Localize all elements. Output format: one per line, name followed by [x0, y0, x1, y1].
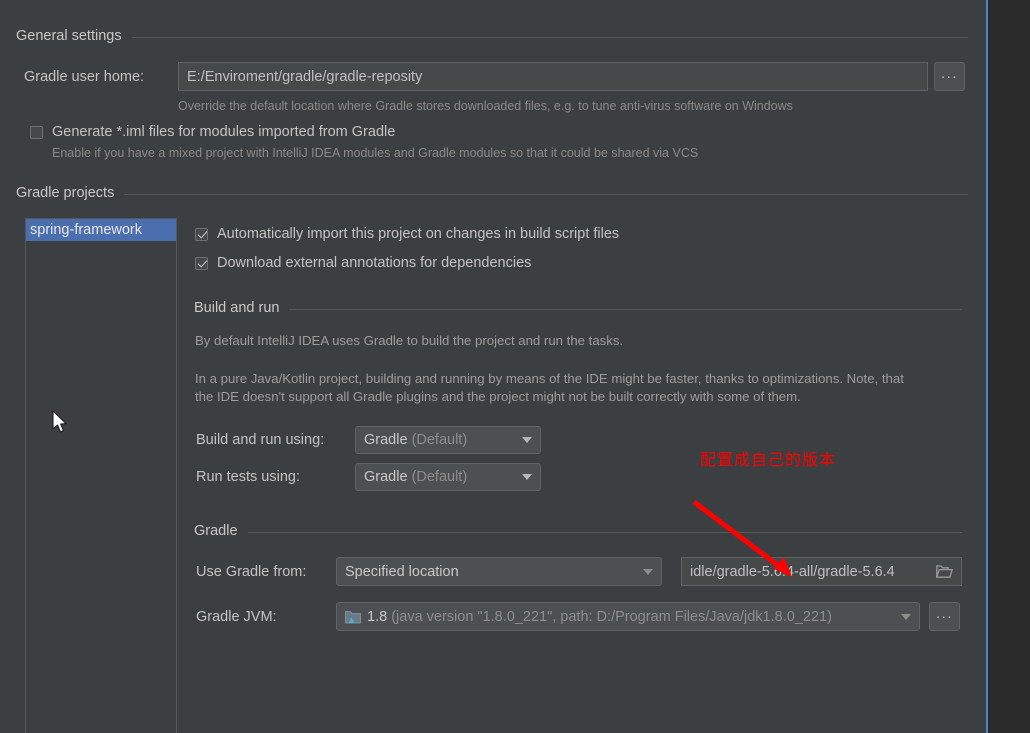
chevron-down-icon[interactable]	[901, 613, 911, 620]
gradle-jvm-browse-button[interactable]: ...	[929, 602, 960, 631]
gradle-jvm-dropdown[interactable]: 1.8 (java version "1.8.0_221", path: D:/…	[336, 602, 920, 631]
build-and-run-paragraph-2-line-1: In a pure Java/Kotlin project, building …	[195, 371, 904, 386]
chevron-down-icon[interactable]	[643, 568, 653, 575]
list-item[interactable]: spring-framework	[26, 219, 176, 241]
generate-iml-checkbox[interactable]	[30, 125, 43, 139]
gradle-jvm-version: 1.8	[367, 608, 388, 625]
gradle-projects-title: Gradle projects	[16, 185, 115, 201]
settings-dialog-panel: General settings Gradle user home: E:/En…	[0, 0, 1030, 733]
build-using-value-wrap: Gradle (Default)	[364, 432, 514, 448]
download-annotations-label: Download external annotations for depend…	[217, 255, 532, 271]
gradle-section-header: Gradle	[194, 522, 962, 540]
mouse-cursor	[52, 410, 67, 433]
run-tests-value-wrap: Gradle (Default)	[364, 469, 514, 485]
build-using-value: Gradle	[364, 432, 408, 448]
build-using-label: Build and run using:	[196, 432, 325, 448]
generate-iml-checkbox-row[interactable]: Generate *.iml files for modules importe…	[30, 124, 395, 140]
build-and-run-title: Build and run	[194, 300, 280, 316]
gradle-user-home-input[interactable]: E:/Enviroment/gradle/gradle-reposity	[178, 62, 928, 91]
run-tests-default-tag: (Default)	[411, 469, 468, 485]
section-divider-rule	[289, 308, 962, 310]
generate-iml-hint: Enable if you have a mixed project with …	[52, 146, 699, 160]
general-settings-title: General settings	[16, 28, 122, 44]
download-annotations-checkbox[interactable]	[195, 256, 208, 270]
auto-import-checkbox-row[interactable]: Automatically import this project on cha…	[195, 226, 619, 242]
auto-import-label: Automatically import this project on cha…	[217, 226, 620, 242]
download-annotations-checkbox-row[interactable]: Download external annotations for depend…	[195, 255, 531, 271]
general-settings-section-header: General settings	[16, 27, 968, 45]
gradle-user-home-label: Gradle user home:	[24, 69, 145, 85]
gradle-jvm-browse-label: ...	[935, 605, 953, 622]
chevron-down-icon[interactable]	[522, 474, 532, 480]
generate-iml-label: Generate *.iml files for modules importe…	[52, 124, 396, 140]
gradle-user-home-browse-label: ...	[940, 65, 958, 82]
gradle-location-input[interactable]: idle/gradle-5.6.4-all/gradle-5.6.4	[681, 557, 962, 586]
annotation-text: 配置成自己的版本	[700, 450, 837, 469]
gradle-jvm-value-wrap: 1.8 (java version "1.8.0_221", path: D:/…	[367, 609, 893, 625]
gradle-projects-list[interactable]: spring-framework	[25, 218, 177, 733]
gradle-title: Gradle	[194, 523, 238, 539]
run-tests-using-dropdown[interactable]: Gradle (Default)	[355, 463, 541, 491]
use-gradle-from-value: Specified location	[345, 563, 459, 580]
gradle-projects-section-header: Gradle projects	[16, 184, 968, 202]
gradle-user-home-browse-button[interactable]: ...	[934, 62, 965, 91]
run-tests-using-label: Run tests using:	[196, 469, 300, 485]
build-using-dropdown[interactable]: Gradle (Default)	[355, 426, 541, 454]
run-tests-value: Gradle	[364, 469, 408, 485]
build-and-run-section-header: Build and run	[194, 299, 962, 317]
use-gradle-from-label: Use Gradle from:	[196, 564, 307, 580]
gradle-jvm-detail: (java version "1.8.0_221", path: D:/Prog…	[391, 608, 832, 625]
gradle-user-home-hint: Override the default location where Grad…	[178, 99, 793, 113]
build-using-default-tag: (Default)	[411, 432, 468, 448]
gradle-jvm-label: Gradle JVM:	[196, 609, 277, 625]
jdk-folder-icon	[345, 610, 361, 624]
build-and-run-paragraph-2-line-2: the IDE doesn't support all Gradle plugi…	[195, 389, 801, 404]
auto-import-checkbox[interactable]	[195, 227, 208, 241]
use-gradle-from-dropdown[interactable]: Specified location	[336, 557, 662, 586]
folder-icon[interactable]	[936, 565, 953, 578]
section-divider-rule	[247, 531, 962, 533]
right-side-panel	[988, 0, 1030, 733]
build-and-run-paragraph-1: By default IntelliJ IDEA uses Gradle to …	[195, 333, 624, 348]
chevron-down-icon[interactable]	[522, 437, 532, 443]
section-divider-rule	[124, 193, 968, 195]
section-divider-rule	[131, 36, 968, 38]
